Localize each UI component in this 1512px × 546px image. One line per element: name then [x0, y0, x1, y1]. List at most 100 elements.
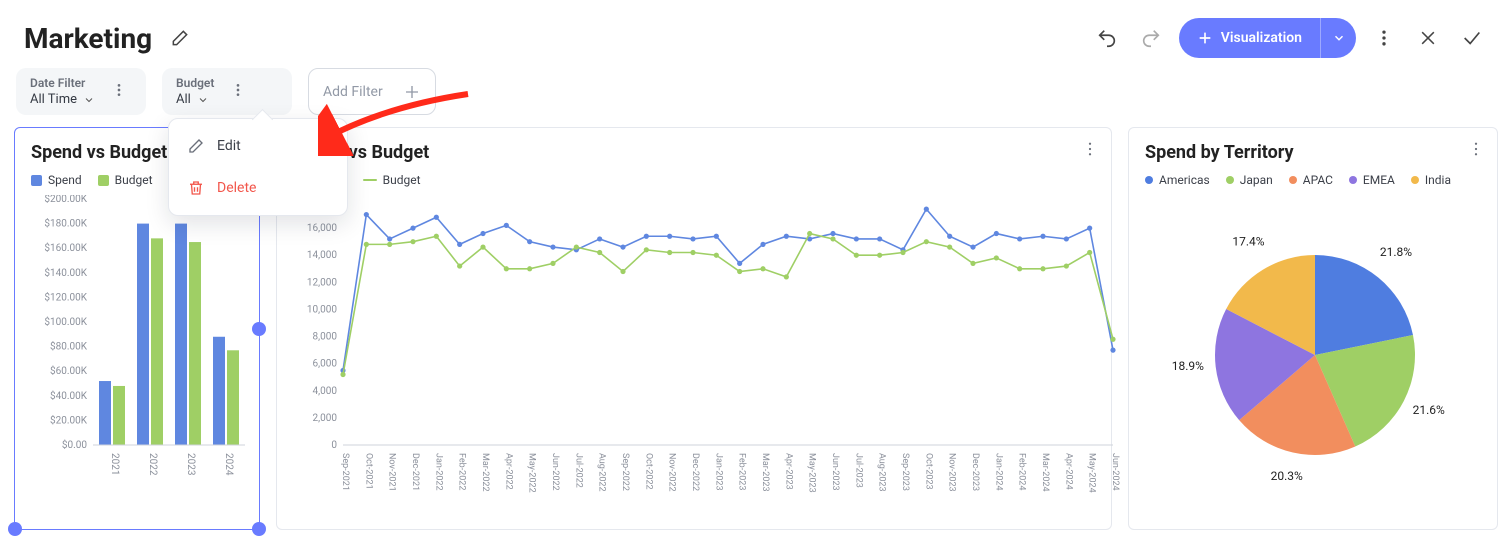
svg-text:Sep-2022: Sep-2022 [620, 453, 630, 491]
svg-text:Aug-2023: Aug-2023 [877, 453, 887, 492]
filter-budget-more[interactable] [224, 82, 252, 102]
add-filter-button[interactable]: Add Filter [308, 68, 436, 115]
more-vert-icon [1467, 140, 1485, 158]
svg-text:Jan-2023: Jan-2023 [713, 453, 723, 491]
redo-button[interactable] [1135, 22, 1167, 54]
menu-item-edit[interactable]: Edit [175, 125, 341, 167]
confirm-button[interactable] [1456, 22, 1488, 54]
svg-text:$160.00K: $160.00K [44, 241, 87, 254]
bar-chart: $0.00 $20.00K $40.00K $60.00K $80.00K $100.00… [31, 195, 251, 495]
svg-text:Jan-2022: Jan-2022 [433, 453, 443, 491]
card-pie-chart[interactable]: Spend by Territory Americas Japan APAC E… [1128, 127, 1498, 530]
svg-text:Jul-2022: Jul-2022 [573, 453, 583, 488]
svg-text:$120.00K: $120.00K [44, 290, 87, 303]
svg-text:Oct-2021: Oct-2021 [363, 453, 373, 490]
svg-text:Jun-2024: Jun-2024 [1110, 453, 1120, 491]
svg-text:Oct-2023: Oct-2023 [923, 453, 933, 490]
header: Marketing Visualization [0, 0, 1512, 68]
svg-text:$180.00K: $180.00K [44, 217, 87, 230]
card-line-chart[interactable]: Spend vs Budget Spend Budget 02,0004,000… [276, 127, 1112, 530]
filter-budget[interactable]: Budget All [162, 68, 292, 115]
chart-legend: Spend Budget [293, 173, 1095, 187]
page-title: Marketing [24, 22, 152, 55]
menu-item-delete[interactable]: Delete [175, 167, 341, 209]
filter-date[interactable]: Date Filter All Time [16, 68, 146, 115]
add-filter-label: Add Filter [323, 84, 383, 100]
card-more-button[interactable] [1467, 140, 1485, 162]
svg-text:0: 0 [331, 440, 337, 451]
undo-button[interactable] [1091, 22, 1123, 54]
svg-text:Oct-2022: Oct-2022 [643, 453, 653, 490]
svg-text:17.4%: 17.4% [1232, 235, 1264, 249]
svg-text:16,000: 16,000 [307, 223, 337, 234]
svg-text:$40.00K: $40.00K [50, 389, 88, 402]
close-icon [1418, 28, 1438, 48]
svg-text:6,000: 6,000 [313, 359, 338, 370]
visualization-label: Visualization [1221, 30, 1302, 46]
resize-handle-bottom-left[interactable] [8, 522, 22, 536]
svg-text:Mar-2022: Mar-2022 [480, 453, 490, 492]
svg-text:Apr-2022: Apr-2022 [503, 453, 513, 490]
svg-text:Jun-2023: Jun-2023 [830, 453, 840, 491]
svg-text:Nov-2021: Nov-2021 [387, 453, 397, 492]
svg-text:2022: 2022 [147, 453, 158, 476]
svg-text:Feb-2022: Feb-2022 [457, 453, 467, 490]
svg-text:12,000: 12,000 [307, 277, 337, 288]
plus-icon [403, 83, 421, 101]
more-vert-icon [230, 82, 246, 98]
line-chart: 02,0004,0006,0008,00010,00012,00014,0001… [293, 195, 1123, 515]
svg-text:Jan-2024: Jan-2024 [993, 453, 1003, 491]
svg-text:$200.00K: $200.00K [44, 195, 87, 205]
more-vert-icon [1374, 28, 1394, 48]
svg-text:$60.00K: $60.00K [50, 364, 88, 377]
add-visualization-button[interactable]: Visualization [1179, 18, 1356, 58]
svg-text:Nov-2023: Nov-2023 [947, 453, 957, 492]
svg-text:20.3%: 20.3% [1271, 469, 1303, 483]
close-button[interactable] [1412, 22, 1444, 54]
svg-text:Apr-2024: Apr-2024 [1063, 453, 1073, 490]
filter-label: Budget [176, 76, 214, 90]
edit-title-button[interactable] [164, 22, 196, 54]
svg-text:Jun-2022: Jun-2022 [550, 453, 560, 491]
svg-text:2,000: 2,000 [313, 413, 338, 424]
svg-text:2023: 2023 [185, 453, 196, 475]
visualization-dropdown[interactable] [1320, 18, 1356, 58]
pencil-icon [187, 137, 205, 155]
check-icon [1461, 27, 1483, 49]
svg-text:$100.00K: $100.00K [44, 315, 87, 328]
resize-handle-right[interactable] [252, 322, 266, 336]
more-button[interactable] [1368, 22, 1400, 54]
svg-text:Dec-2023: Dec-2023 [970, 453, 980, 491]
trash-icon [187, 179, 205, 197]
chart-legend: Americas Japan APAC EMEA India [1145, 173, 1481, 187]
svg-text:Feb-2024: Feb-2024 [1017, 453, 1027, 490]
svg-text:Aug-2022: Aug-2022 [597, 453, 607, 492]
undo-icon [1096, 27, 1118, 49]
pie-chart: 21.8%21.6%20.3%18.9%17.4% [1145, 195, 1485, 495]
chevron-down-icon [83, 94, 95, 106]
card-more-button[interactable] [1081, 140, 1099, 162]
more-vert-icon [1081, 140, 1099, 158]
svg-text:21.8%: 21.8% [1380, 245, 1412, 259]
svg-text:Feb-2023: Feb-2023 [737, 453, 747, 490]
redo-icon [1140, 27, 1162, 49]
resize-handle-bottom-right[interactable] [252, 522, 266, 536]
svg-text:$80.00K: $80.00K [50, 340, 88, 353]
svg-text:Sep-2021: Sep-2021 [340, 453, 350, 491]
svg-text:8,000: 8,000 [313, 332, 338, 343]
svg-text:May-2023: May-2023 [807, 453, 817, 493]
svg-text:$20.00K: $20.00K [50, 413, 88, 426]
svg-text:Mar-2023: Mar-2023 [760, 453, 770, 492]
pencil-icon [170, 28, 190, 48]
svg-text:10,000: 10,000 [307, 304, 337, 315]
svg-text:$0.00: $0.00 [62, 438, 87, 451]
chart-title: Spend by Territory [1145, 142, 1481, 163]
svg-text:May-2024: May-2024 [1087, 453, 1097, 493]
svg-text:Apr-2023: Apr-2023 [783, 453, 793, 490]
svg-text:2024: 2024 [223, 453, 234, 476]
filter-value: All Time [30, 92, 95, 107]
svg-text:Mar-2024: Mar-2024 [1040, 453, 1050, 492]
svg-text:18.9%: 18.9% [1172, 359, 1204, 373]
filter-date-more[interactable] [105, 82, 133, 102]
svg-text:4,000: 4,000 [313, 386, 338, 397]
